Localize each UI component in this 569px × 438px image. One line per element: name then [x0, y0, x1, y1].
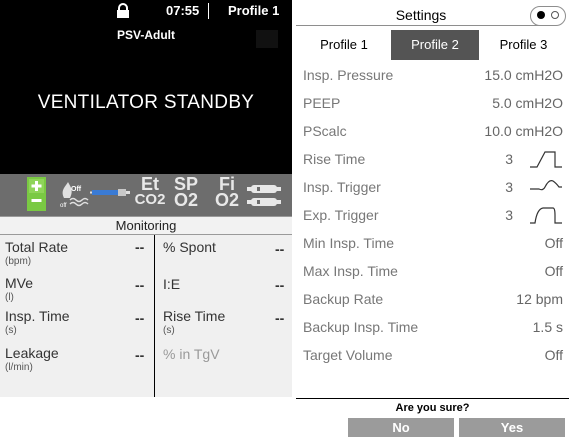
trigger-curve-icon: [530, 180, 562, 191]
setting-row-min-insp-time[interactable]: Min Insp. Time Off: [296, 229, 565, 257]
tab-profile-3[interactable]: Profile 3: [482, 30, 565, 60]
monitor-label-insp-time: Insp. Time: [5, 308, 70, 324]
setting-row-exp-trigger[interactable]: Exp. Trigger 3: [296, 201, 565, 229]
monitor-unit-insp-time: (s): [5, 325, 17, 336]
monitor-unit-rise-time: (s): [163, 325, 175, 336]
monitor-value-ie: --: [275, 277, 285, 293]
active-profile-label[interactable]: Profile 1: [228, 3, 279, 18]
setting-value: Off: [544, 347, 563, 363]
flow-sensor-icon[interactable]: [90, 186, 130, 198]
page-dot-active: [537, 11, 545, 19]
setting-row-peep[interactable]: PEEP 5.0 cmH2O: [296, 89, 565, 117]
topbar-divider: [208, 3, 209, 19]
monitor-label-total-rate: Total Rate: [5, 239, 69, 255]
etco2-label-bottom[interactable]: CO2: [133, 192, 167, 208]
setting-row-target-volume[interactable]: Target Volume Off: [296, 341, 565, 369]
o2-sensor-icon[interactable]: Off off: [58, 180, 90, 208]
monitor-label-spont: % Spont: [163, 239, 216, 255]
monitor-unit-leakage: (l/min): [5, 362, 33, 373]
monitor-unit-mve: (l): [5, 292, 14, 303]
mode-indicator: [256, 30, 278, 48]
setting-value: 15.0 cmH2O: [484, 67, 563, 83]
lock-icon[interactable]: [116, 3, 130, 19]
setting-row-pscalc[interactable]: PScalc 10.0 cmH2O: [296, 117, 565, 145]
setting-label: Backup Insp. Time: [303, 319, 419, 335]
ventilator-status: VENTILATOR STANDBY: [37, 92, 255, 113]
setting-label: Max Insp. Time: [303, 263, 398, 279]
fio2-label-bottom[interactable]: O2: [213, 191, 241, 209]
monitor-value-rise-time: --: [275, 310, 285, 326]
monitor-value-mve: --: [135, 277, 145, 293]
monitor-unit-total-rate: (bpm): [5, 256, 32, 267]
monitor-value-spont: --: [275, 241, 285, 257]
setting-row-backup-rate[interactable]: Backup Rate 12 bpm: [296, 285, 565, 313]
setting-row-backup-insp-time[interactable]: Backup Insp. Time 1.5 s: [296, 313, 565, 341]
monitor-label-leakage: Leakage: [5, 345, 59, 361]
setting-value: 1.5 s: [532, 319, 563, 335]
setting-label: Insp. Trigger: [303, 179, 381, 195]
setting-row-insp-trigger[interactable]: Insp. Trigger 3: [296, 173, 565, 201]
tab-profile-2[interactable]: Profile 2: [391, 30, 479, 60]
o2-state-top: Off: [71, 186, 82, 193]
setting-row-rise-time[interactable]: Rise Time 3: [296, 145, 565, 173]
setting-label: Exp. Trigger: [303, 207, 379, 223]
exp-trigger-curve-icon: [530, 207, 562, 224]
monitor-label-ie: I:E: [163, 276, 181, 292]
setting-label: Min Insp. Time: [303, 235, 395, 251]
no-button[interactable]: No: [348, 418, 454, 437]
monitor-label-rise-time: Rise Time: [163, 308, 226, 324]
setting-label: Target Volume: [303, 347, 393, 363]
battery-icon[interactable]: [27, 177, 46, 211]
monitoring-divider: [154, 235, 155, 397]
setting-row-insp-pressure[interactable]: Insp. Pressure 15.0 cmH2O: [296, 61, 565, 89]
setting-label: Insp. Pressure: [303, 67, 394, 83]
yes-button[interactable]: Yes: [459, 418, 565, 437]
monitor-value-total-rate: --: [135, 239, 145, 255]
o2-state-bottom: off: [60, 203, 67, 208]
setting-label: Backup Rate: [303, 291, 384, 307]
clock: 07:55: [166, 3, 200, 18]
monitor-label-tgv: % in TgV: [163, 346, 220, 362]
tab-profile-1[interactable]: Profile 1: [300, 30, 388, 60]
setting-label: PScalc: [303, 123, 347, 139]
page-dot-inactive: [551, 11, 559, 19]
setting-value: 3: [505, 151, 513, 167]
setting-value: Off: [544, 263, 563, 279]
settings-title: Settings: [296, 5, 546, 26]
setting-value: 5.0 cmH2O: [492, 95, 563, 111]
setting-value: 3: [505, 207, 513, 223]
ventilation-mode[interactable]: PSV-Adult: [0, 28, 292, 42]
page-toggle[interactable]: [530, 6, 566, 26]
setting-value: Off: [544, 235, 563, 251]
setting-row-max-insp-time[interactable]: Max Insp. Time Off: [296, 257, 565, 285]
setting-label: PEEP: [303, 95, 341, 111]
setting-label: Rise Time: [303, 151, 366, 167]
connector-icon[interactable]: [247, 181, 281, 211]
monitor-value-leakage: --: [135, 347, 145, 363]
monitor-value-insp-time: --: [135, 310, 145, 326]
confirm-question: Are you sure?: [395, 402, 470, 414]
spo2-label-bottom[interactable]: O2: [172, 191, 200, 209]
rise-curve-icon: [530, 151, 562, 168]
setting-value: 10.0 cmH2O: [484, 123, 563, 139]
monitoring-header[interactable]: Monitoring: [0, 216, 292, 235]
monitor-label-mve: MVe: [5, 275, 34, 291]
setting-value: 12 bpm: [516, 291, 563, 307]
setting-value: 3: [505, 179, 513, 195]
etco2-label-top[interactable]: Et: [135, 175, 165, 193]
